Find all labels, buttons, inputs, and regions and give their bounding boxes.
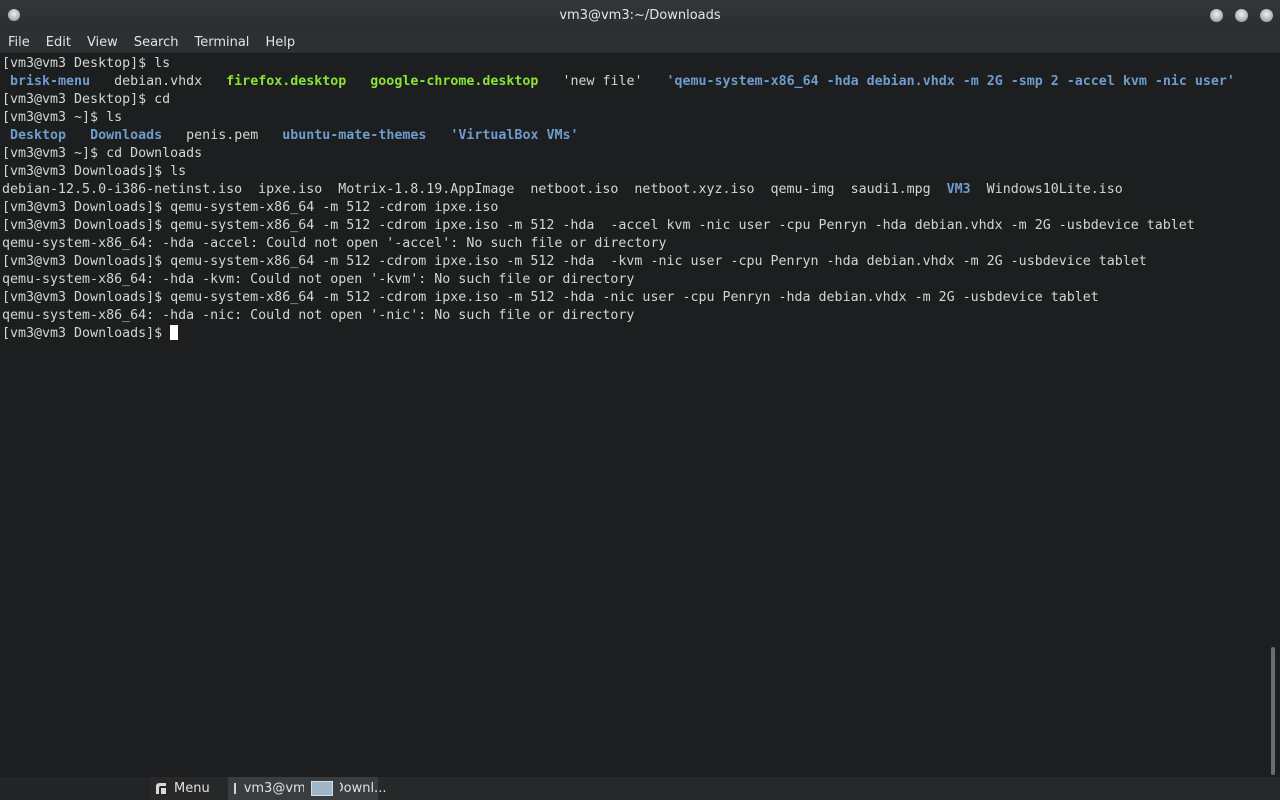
terminal-scrollbar[interactable]: [1266, 55, 1280, 777]
terminal-text: [vm3@vm3 Downloads]$ qemu-system-x86_64 …: [2, 200, 499, 215]
terminal-icon: [233, 783, 236, 794]
menu-help[interactable]: Help: [257, 35, 303, 50]
menu-edit[interactable]: Edit: [38, 35, 79, 50]
window-titlebar[interactable]: vm3@vm3:~/Downloads: [0, 0, 1280, 31]
window-title: vm3@vm3:~/Downloads: [559, 8, 721, 23]
menu-file[interactable]: File: [0, 35, 38, 50]
taskbar: Menu vm3@vm3:~/Downl...: [0, 777, 1280, 800]
colored-output: ubuntu-mate-themes: [282, 128, 427, 143]
terminal-text: [vm3@vm3 Downloads]$ qemu-system-x86_64 …: [2, 254, 1147, 269]
terminal-prompt: [vm3@vm3 Downloads]$: [2, 326, 171, 341]
terminal-text: debian.vhdx: [90, 74, 227, 89]
colored-output: brisk-menu: [10, 74, 91, 89]
workspace-1[interactable]: [310, 781, 333, 796]
workspace-switcher[interactable]: [303, 777, 340, 800]
main-menu-button[interactable]: Menu: [150, 777, 216, 800]
terminal-text: [vm3@vm3 Downloads]$ ls: [2, 164, 187, 179]
terminal-line: qemu-system-x86_64: -hda -kvm: Could not…: [2, 271, 1266, 289]
terminal-line: [vm3@vm3 Downloads]$ qemu-system-x86_64 …: [2, 289, 1266, 307]
terminal-text: Windows10Lite.iso: [970, 182, 1123, 197]
terminal-line: debian-12.5.0-i386-netinst.iso ipxe.iso …: [2, 181, 1266, 199]
terminal-text: penis.pem: [162, 128, 283, 143]
terminal-text: [vm3@vm3 ~]$ cd Downloads: [2, 146, 203, 161]
terminal-line: [vm3@vm3 Desktop]$ ls: [2, 55, 1266, 73]
terminal-line: qemu-system-x86_64: -hda -accel: Could n…: [2, 235, 1266, 253]
maximize-icon[interactable]: [1235, 9, 1248, 22]
terminal-line: Desktop Downloads penis.pem ubuntu-mate-…: [2, 127, 1266, 145]
menubar: File Edit View Search Terminal Help: [0, 31, 1280, 54]
menu-search[interactable]: Search: [126, 35, 187, 50]
taskbar-window-button[interactable]: vm3@vm3:~/Downl...: [227, 777, 386, 800]
terminal-text: [vm3@vm3 Desktop]$ cd: [2, 92, 171, 107]
terminal-line: [vm3@vm3 ~]$ cd Downloads: [2, 145, 1266, 163]
terminal-text: [vm3@vm3 Desktop]$ ls: [2, 56, 171, 71]
terminal-line: qemu-system-x86_64: -hda -nic: Could not…: [2, 307, 1266, 325]
terminal-text: [vm3@vm3 Downloads]$ qemu-system-x86_64 …: [2, 290, 1099, 305]
mate-menu-icon: [156, 782, 166, 794]
terminal-line: [vm3@vm3 Desktop]$ cd: [2, 91, 1266, 109]
terminal-lines: [vm3@vm3 Desktop]$ ls brisk-menu debian.…: [2, 55, 1266, 325]
terminal-text: debian-12.5.0-i386-netinst.iso ipxe.iso …: [2, 182, 947, 197]
close-icon[interactable]: [1260, 9, 1273, 22]
terminal-text: [vm3@vm3 ~]$ ls: [2, 110, 123, 125]
colored-output: Desktop: [10, 128, 67, 143]
terminal-output[interactable]: [vm3@vm3 Desktop]$ ls brisk-menu debian.…: [0, 55, 1266, 777]
terminal-prompt-line[interactable]: [vm3@vm3 Downloads]$: [2, 325, 1266, 343]
colored-output: firefox.desktop: [226, 74, 347, 89]
terminal-text: [vm3@vm3 Downloads]$ qemu-system-x86_64 …: [2, 218, 1195, 233]
minimize-icon[interactable]: [1210, 9, 1223, 22]
terminal-line: [vm3@vm3 ~]$ ls: [2, 109, 1266, 127]
terminal-text: qemu-system-x86_64: -hda -kvm: Could not…: [2, 272, 635, 287]
window-controls: [1210, 9, 1273, 22]
main-menu-label: Menu: [174, 781, 210, 796]
terminal-line: [vm3@vm3 Downloads]$ qemu-system-x86_64 …: [2, 199, 1266, 217]
text-cursor: [170, 325, 179, 340]
terminal-line: [vm3@vm3 Downloads]$ qemu-system-x86_64 …: [2, 253, 1266, 271]
taskbar-tray: [0, 777, 150, 800]
terminal-text: 'new file': [538, 74, 667, 89]
terminal-text: qemu-system-x86_64: -hda -accel: Could n…: [2, 236, 667, 251]
window-menu-icon[interactable]: [8, 9, 20, 21]
colored-output: Downloads: [90, 128, 163, 143]
terminal-line: brisk-menu debian.vhdx firefox.desktop g…: [2, 73, 1266, 91]
colored-output: 'qemu-system-x86_64 -hda debian.vhdx -m …: [666, 74, 1235, 89]
terminal-text: qemu-system-x86_64: -hda -nic: Could not…: [2, 308, 635, 323]
colored-output: 'VirtualBox VMs': [450, 128, 579, 143]
menu-terminal[interactable]: Terminal: [186, 35, 257, 50]
menu-view[interactable]: View: [79, 35, 126, 50]
colored-output: google-chrome.desktop: [370, 74, 539, 89]
scrollbar-thumb[interactable]: [1271, 647, 1275, 775]
colored-output: VM3: [946, 182, 971, 197]
terminal-line: [vm3@vm3 Downloads]$ qemu-system-x86_64 …: [2, 217, 1266, 235]
terminal-line: [vm3@vm3 Downloads]$ ls: [2, 163, 1266, 181]
